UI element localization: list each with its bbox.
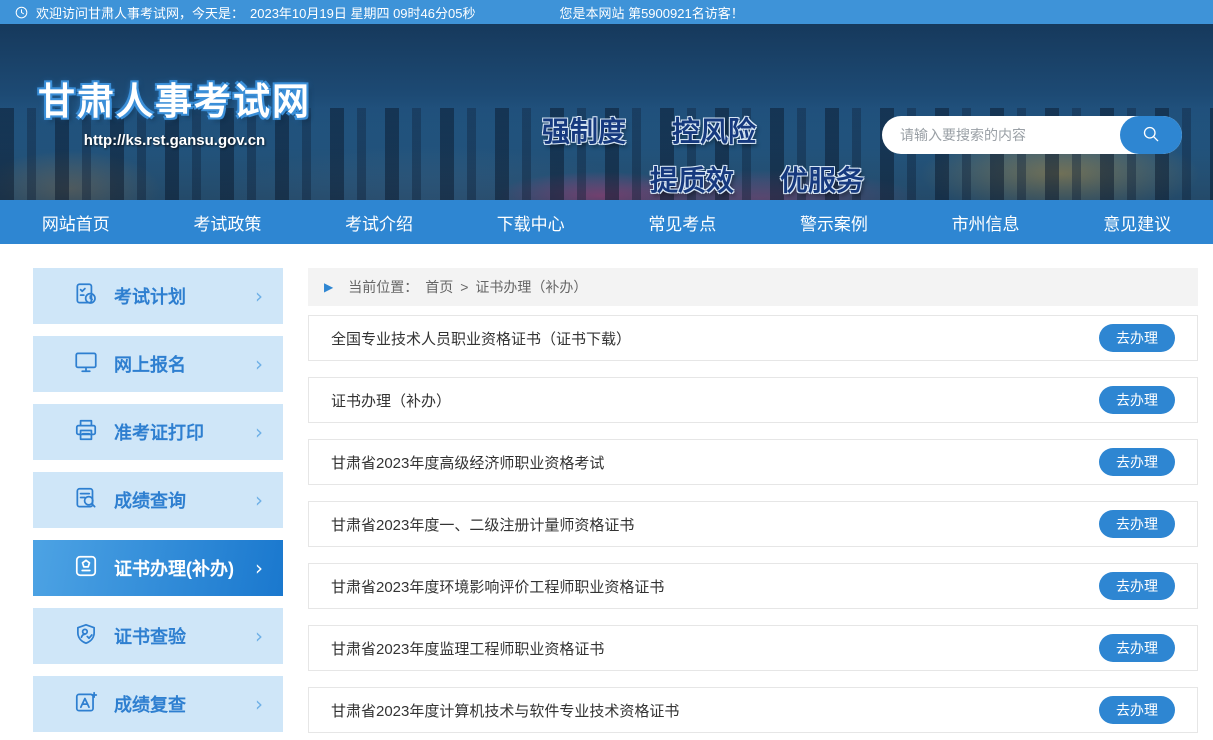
list-item: 甘肃省2023年度环境影响评价工程师职业资格证书 去办理 — [308, 563, 1198, 609]
go-handle-button[interactable]: 去办理 — [1099, 696, 1175, 724]
certificate-icon — [73, 553, 99, 584]
chevron-right-icon: › — [255, 624, 263, 648]
slogan-phrase: 强制度 — [542, 110, 626, 150]
go-handle-button[interactable]: 去办理 — [1099, 386, 1175, 414]
breadcrumb-separator: > — [460, 279, 468, 295]
sidebar-item-label: 网上报名 — [114, 351, 186, 377]
list-item-title: 甘肃省2023年度监理工程师职业资格证书 — [331, 638, 604, 659]
sidebar-item-certificate-verify[interactable]: 证书查验 › — [33, 608, 283, 664]
sidebar-item-label: 准考证打印 — [114, 419, 204, 445]
breadcrumb-prefix: 当前位置： — [348, 277, 418, 297]
search-button[interactable] — [1120, 116, 1182, 154]
slogan-phrase: 优服务 — [780, 159, 864, 199]
list-item-title: 甘肃省2023年度高级经济师职业资格考试 — [331, 452, 604, 473]
chevron-right-icon: › — [255, 556, 263, 580]
site-header: 甘肃人事考试网 http://ks.rst.gansu.gov.cn 强制度 控… — [0, 24, 1213, 200]
sidebar-item-label: 成绩复查 — [114, 691, 186, 717]
sidebar-item-label: 考试计划 — [114, 283, 186, 309]
go-handle-button[interactable]: 去办理 — [1099, 324, 1175, 352]
score-query-icon — [73, 485, 99, 516]
nav-item-common-sites[interactable]: 常见考点 — [607, 200, 759, 244]
sidebar: 考试计划 › 网上报名 › 准考证打印 › — [33, 268, 283, 733]
sidebar-item-score-query[interactable]: 成绩查询 › — [33, 472, 283, 528]
list-item-title: 甘肃省2023年度环境影响评价工程师职业资格证书 — [331, 576, 664, 597]
banner-slogan: 强制度 控风险 提质效 优服务 — [542, 110, 902, 199]
exam-plan-icon — [73, 281, 99, 312]
certificate-list: 全国专业技术人员职业资格证书（证书下载） 去办理 证书办理（补办） 去办理 甘肃… — [308, 315, 1198, 733]
main-panel: ▶ 当前位置： 首页 > 证书办理（补办） 全国专业技术人员职业资格证书（证书下… — [308, 268, 1198, 733]
nav-item-exam-intro[interactable]: 考试介绍 — [303, 200, 455, 244]
clock-icon — [14, 5, 29, 20]
site-url: http://ks.rst.gansu.gov.cn — [38, 132, 311, 149]
search-icon — [1141, 124, 1161, 147]
go-handle-button[interactable]: 去办理 — [1099, 510, 1175, 538]
breadcrumb-current: 证书办理（补办） — [475, 277, 587, 297]
list-item: 全国专业技术人员职业资格证书（证书下载） 去办理 — [308, 315, 1198, 361]
sidebar-item-online-registration[interactable]: 网上报名 › — [33, 336, 283, 392]
list-item-title: 全国专业技术人员职业资格证书（证书下载） — [331, 328, 631, 349]
sidebar-item-label: 成绩查询 — [114, 487, 186, 513]
list-item: 甘肃省2023年度监理工程师职业资格证书 去办理 — [308, 625, 1198, 671]
score-recheck-icon — [73, 689, 99, 720]
online-registration-icon — [73, 349, 99, 380]
chevron-right-icon: › — [255, 352, 263, 376]
list-item-title: 甘肃省2023年度计算机技术与软件专业技术资格证书 — [331, 700, 679, 721]
go-handle-button[interactable]: 去办理 — [1099, 572, 1175, 600]
site-logo[interactable]: 甘肃人事考试网 http://ks.rst.gansu.gov.cn — [38, 82, 311, 149]
sidebar-item-admission-ticket-print[interactable]: 准考证打印 › — [33, 404, 283, 460]
site-name: 甘肃人事考试网 — [38, 82, 311, 123]
breadcrumb-arrow-icon: ▶ — [324, 280, 333, 294]
sidebar-item-certificate-service[interactable]: 证书办理(补办) › — [33, 540, 283, 596]
nav-item-warning-cases[interactable]: 警示案例 — [758, 200, 910, 244]
chevron-right-icon: › — [255, 692, 263, 716]
list-item-title: 证书办理（补办） — [331, 390, 451, 411]
go-handle-button[interactable]: 去办理 — [1099, 448, 1175, 476]
sidebar-item-score-recheck[interactable]: 成绩复查 › — [33, 676, 283, 732]
nav-item-home[interactable]: 网站首页 — [0, 200, 152, 244]
chevron-right-icon: › — [255, 284, 263, 308]
list-item: 证书办理（补办） 去办理 — [308, 377, 1198, 423]
slogan-phrase: 控风险 — [672, 110, 756, 150]
nav-item-feedback[interactable]: 意见建议 — [1061, 200, 1213, 244]
breadcrumb-home-link[interactable]: 首页 — [425, 277, 453, 297]
chevron-right-icon: › — [255, 488, 263, 512]
visitor-counter: 您是本网站 第5900921名访客！ — [559, 3, 743, 22]
content-area: 考试计划 › 网上报名 › 准考证打印 › — [0, 244, 1213, 733]
list-item-title: 甘肃省2023年度一、二级注册计量师资格证书 — [331, 514, 634, 535]
main-nav: 网站首页 考试政策 考试介绍 下载中心 常见考点 警示案例 市州信息 意见建议 — [0, 200, 1213, 244]
breadcrumb: ▶ 当前位置： 首页 > 证书办理（补办） — [308, 268, 1198, 306]
go-handle-button[interactable]: 去办理 — [1099, 634, 1175, 662]
search-input[interactable] — [882, 127, 1120, 143]
printer-icon — [73, 417, 99, 448]
nav-item-download-center[interactable]: 下载中心 — [455, 200, 607, 244]
list-item: 甘肃省2023年度高级经济师职业资格考试 去办理 — [308, 439, 1198, 485]
topbar: 欢迎访问甘肃人事考试网，今天是： 2023年10月19日 星期四 09时46分0… — [0, 0, 1213, 24]
slogan-phrase: 提质效 — [650, 159, 734, 199]
certificate-verify-icon — [73, 621, 99, 652]
current-datetime: 2023年10月19日 星期四 09时46分05秒 — [250, 3, 475, 22]
sidebar-item-label: 证书查验 — [114, 623, 186, 649]
list-item: 甘肃省2023年度一、二级注册计量师资格证书 去办理 — [308, 501, 1198, 547]
nav-item-city-info[interactable]: 市州信息 — [910, 200, 1062, 244]
sidebar-item-exam-plan[interactable]: 考试计划 › — [33, 268, 283, 324]
sidebar-item-label: 证书办理(补办) — [114, 555, 234, 581]
nav-item-exam-policy[interactable]: 考试政策 — [152, 200, 304, 244]
chevron-right-icon: › — [255, 420, 263, 444]
welcome-text: 欢迎访问甘肃人事考试网，今天是： — [36, 3, 244, 22]
search-bar — [882, 116, 1182, 154]
list-item: 甘肃省2023年度计算机技术与软件专业技术资格证书 去办理 — [308, 687, 1198, 733]
